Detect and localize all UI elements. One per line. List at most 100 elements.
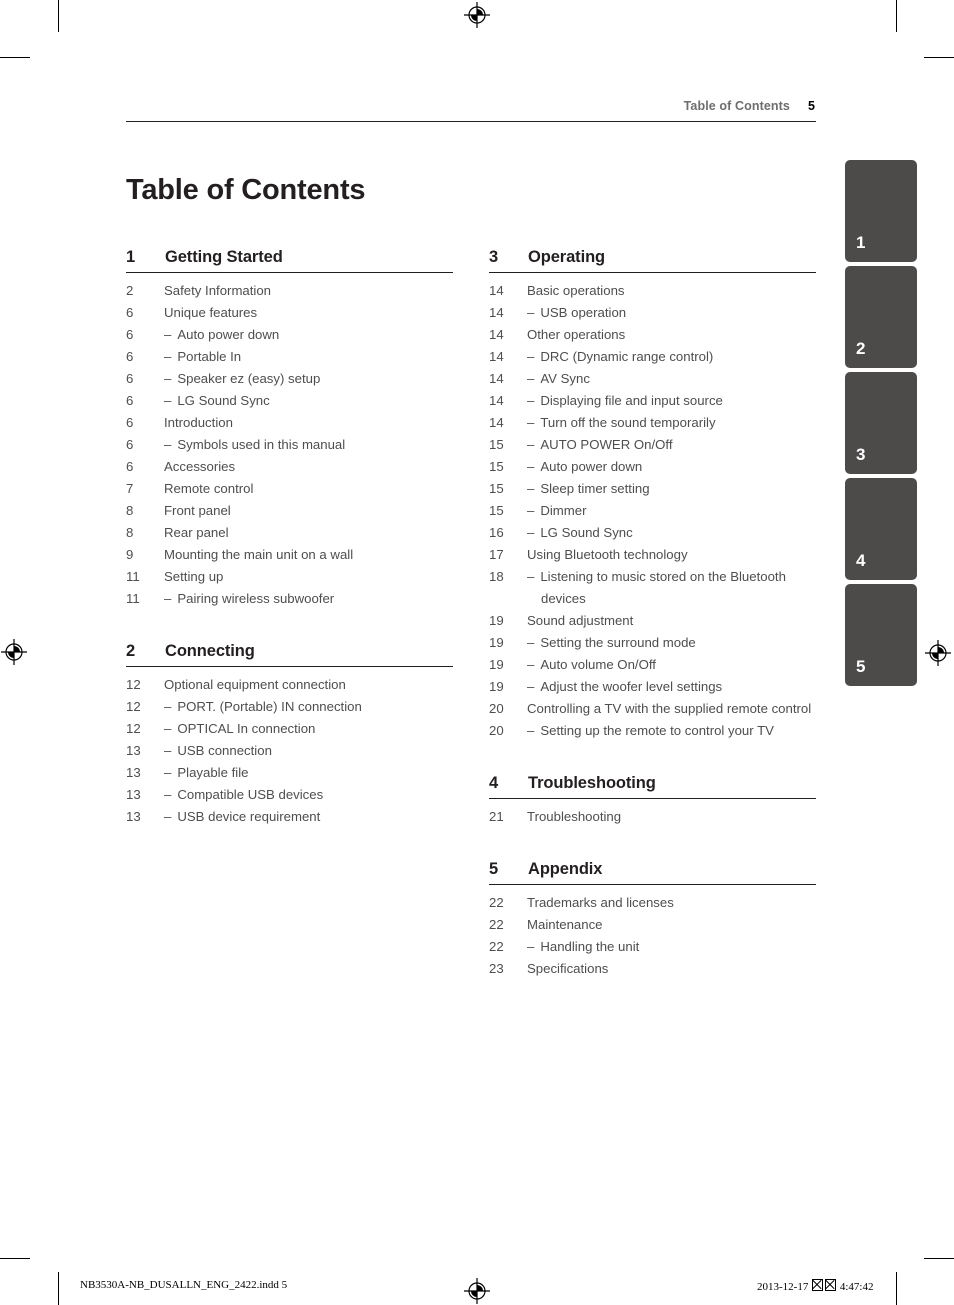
toc-entry[interactable]: 2 Safety Information [126, 280, 453, 302]
toc-entry[interactable]: 14 – Turn off the sound temporarily [489, 412, 816, 434]
toc-entry-label: – Turn off the sound temporarily [527, 415, 716, 430]
toc-entry-page: 14 [489, 327, 504, 342]
toc-entry[interactable]: 23 Specifications [489, 958, 816, 980]
footer-timestamp: 2013-12-17 4:47:42 [757, 1279, 873, 1293]
crop-mark-bottom-right-horizontal [924, 1258, 954, 1259]
toc-entry-page: 6 [126, 327, 134, 342]
toc-entry[interactable]: 6 – LG Sound Sync [126, 390, 453, 412]
toc-entry[interactable]: 22 Trademarks and licenses [489, 892, 816, 914]
toc-entry-page: 11 [126, 591, 140, 606]
toc-entry-label: – PORT. (Portable) IN connection [164, 699, 362, 714]
toc-entry[interactable]: 6 – Portable In [126, 346, 453, 368]
toc-entry-label: – Playable file [164, 765, 249, 780]
toc-entry[interactable]: 21 Troubleshooting [489, 806, 816, 828]
toc-entry-page: 17 [489, 547, 504, 562]
toc-entry[interactable]: 17 Using Bluetooth technology [489, 544, 816, 566]
toc-entry[interactable]: 7 Remote control [126, 478, 453, 500]
toc-entry[interactable]: 13 – Playable file [126, 762, 453, 784]
toc-entry-label: – Auto power down [527, 459, 643, 474]
toc-entry-dash: – [164, 591, 172, 606]
toc-entry[interactable]: 15 – Auto power down [489, 456, 816, 478]
toc-entry-label: – Displaying file and input source [527, 393, 723, 408]
toc-entry[interactable]: 6 Introduction [126, 412, 453, 434]
header-rule [126, 121, 816, 122]
toc-section-heading: 4 Troubleshooting [489, 774, 816, 799]
toc-entry-label: – Portable In [164, 349, 242, 364]
toc-entry-list: 22 Trademarks and licenses 22 Maintenance 22… [489, 892, 816, 980]
chapter-tab-number: 2 [856, 339, 866, 358]
toc-entry[interactable]: 11 – Pairing wireless subwoofer [126, 588, 453, 610]
toc-entry[interactable]: 19 Sound adjustment [489, 610, 816, 632]
toc-entry-label: – USB connection [164, 743, 272, 758]
toc-entry[interactable]: 15 – Dimmer [489, 500, 816, 522]
toc-entry[interactable]: 18 – Listening to music stored on the Blue… [489, 566, 816, 610]
toc-column-left: 1 Getting Started 2 Safety Information 6 Uniq… [126, 248, 453, 828]
toc-entry[interactable]: 12 – OPTICAL In connection [126, 718, 453, 740]
toc-entry[interactable]: 14 – DRC (Dynamic range control) [489, 346, 816, 368]
toc-entry[interactable]: 8 Front panel [126, 500, 453, 522]
toc-entry[interactable]: 12 – PORT. (Portable) IN connection [126, 696, 453, 718]
toc-entry-dash: – [527, 657, 535, 672]
registration-mark-right [925, 640, 951, 666]
toc-entry-dash: – [527, 459, 535, 474]
chapter-tab-number: 5 [856, 657, 866, 676]
toc-entry-label: – Compatible USB devices [164, 787, 324, 802]
toc-entry[interactable]: 14 – Displaying file and input source [489, 390, 816, 412]
toc-entry-page: 13 [126, 743, 141, 758]
toc-entry[interactable]: 20 Controlling a TV with the supplied rem… [489, 698, 816, 720]
toc-entry-label: – Symbols used in this manual [164, 437, 346, 452]
toc-entry-page: 6 [126, 349, 134, 364]
toc-entry[interactable]: 15 – AUTO POWER On/Off [489, 434, 816, 456]
toc-entry-dash: – [527, 503, 535, 518]
toc-entry-label: – Auto volume On/Off [527, 657, 656, 672]
chapter-tab-number: 3 [856, 445, 866, 464]
toc-entry[interactable]: 16 – LG Sound Sync [489, 522, 816, 544]
page-title: Table of Contents [126, 174, 366, 207]
toc-entry-dash: – [164, 765, 172, 780]
toc-entry[interactable]: 6 – Symbols used in this manual [126, 434, 453, 456]
toc-entry[interactable]: 19 – Setting the surround mode [489, 632, 816, 654]
toc-entry[interactable]: 6 Unique features [126, 302, 453, 324]
missing-glyph-icon-2 [825, 1279, 837, 1291]
toc-entry[interactable]: 11 Setting up [126, 566, 453, 588]
toc-entry-label: – Setting up the remote to control your T… [527, 723, 774, 738]
toc-entry-page: 15 [489, 437, 504, 452]
toc-entry[interactable]: 15 – Sleep timer setting [489, 478, 816, 500]
toc-entry-label: Unique features [164, 305, 258, 320]
toc-entry[interactable]: 14 – AV Sync [489, 368, 816, 390]
crop-mark-top-left-vertical [58, 0, 59, 32]
toc-entry-page: 6 [126, 305, 134, 320]
toc-entry[interactable]: 12 Optional equipment connection [126, 674, 453, 696]
toc-entry[interactable]: 14 Other operations [489, 324, 816, 346]
toc-entry-label: Using Bluetooth technology [527, 547, 688, 562]
toc-section-title: Connecting [165, 642, 255, 660]
toc-entry[interactable]: 20 – Setting up the remote to control your… [489, 720, 816, 742]
toc-entry[interactable]: 14 Basic operations [489, 280, 816, 302]
toc-entry[interactable]: 22 – Handling the unit [489, 936, 816, 958]
toc-entry-label: Setting up [164, 569, 224, 584]
toc-entry[interactable]: 9 Mounting the main unit on a wall [126, 544, 453, 566]
crop-mark-top-right-horizontal [924, 57, 954, 58]
toc-entry[interactable]: 6 – Auto power down [126, 324, 453, 346]
toc-entry[interactable]: 8 Rear panel [126, 522, 453, 544]
toc-entry-label: – Auto power down [164, 327, 280, 342]
toc-entry-list: 2 Safety Information 6 Unique features 6 – Aut… [126, 280, 453, 610]
toc-entry-page: 11 [126, 569, 140, 584]
toc-section-heading: 1 Getting Started [126, 248, 453, 273]
toc-entry-page: 12 [126, 721, 141, 736]
toc-section-title: Troubleshooting [528, 774, 656, 792]
toc-entry[interactable]: 19 – Adjust the woofer level settings [489, 676, 816, 698]
toc-entry[interactable]: 13 – Compatible USB devices [126, 784, 453, 806]
toc-entry[interactable]: 14 – USB operation [489, 302, 816, 324]
toc-entry-page: 6 [126, 371, 134, 386]
toc-entry-page: 22 [489, 917, 504, 932]
toc-entry[interactable]: 22 Maintenance [489, 914, 816, 936]
toc-entry-page: 18 [489, 569, 504, 584]
toc-entry[interactable]: 6 Accessories [126, 456, 453, 478]
toc-entry[interactable]: 19 – Auto volume On/Off [489, 654, 816, 676]
toc-entry[interactable]: 13 – USB connection [126, 740, 453, 762]
toc-entry[interactable]: 6 – Speaker ez (easy) setup [126, 368, 453, 390]
toc-entry-label: Troubleshooting [527, 809, 622, 824]
toc-entry[interactable]: 13 – USB device requirement [126, 806, 453, 828]
toc-section-title: Appendix [528, 860, 603, 878]
